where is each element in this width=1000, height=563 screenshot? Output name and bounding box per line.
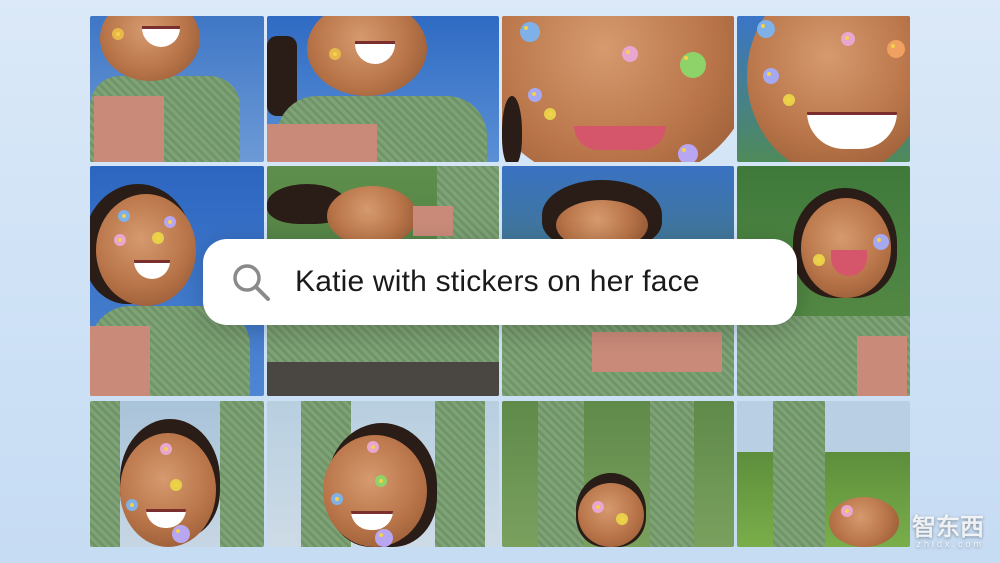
watermark-subtext: zhidx.com [916,539,984,549]
photo-tile[interactable] [267,401,499,547]
photo-tile[interactable] [90,401,264,547]
photo-tile[interactable] [90,16,264,162]
photo-tile[interactable] [502,401,734,547]
photo-tile[interactable] [502,16,734,162]
search-icon [233,264,270,301]
watermark-text: 智东西 [912,514,984,541]
photo-tile[interactable] [267,16,499,162]
photo-tile[interactable] [737,16,910,162]
watermark-logo: 智东西 zhidx.com [912,516,984,549]
photo-tile[interactable] [737,401,910,547]
search-bar[interactable]: Katie with stickers on her face [203,239,797,325]
search-query-text: Katie with stickers on her face [295,265,700,298]
